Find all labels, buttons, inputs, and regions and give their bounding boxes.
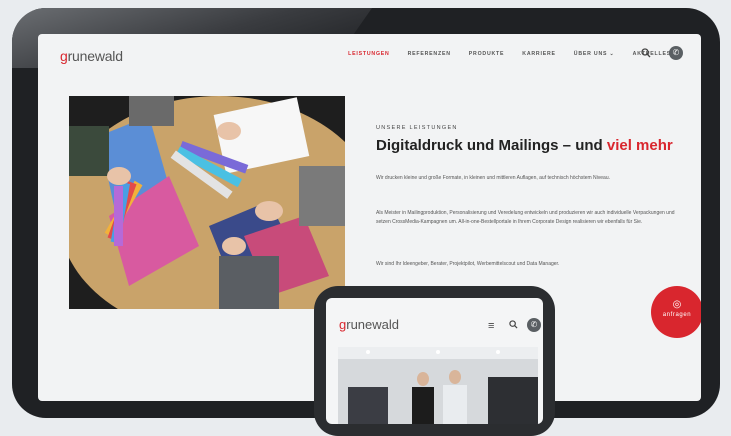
inquiry-button[interactable]: ◎ anfragen bbox=[651, 286, 701, 338]
main-nav: LEISTUNGEN REFERENZEN PRODUKTE KARRIERE … bbox=[348, 51, 671, 57]
mobile-site-logo[interactable]: grunewald bbox=[339, 317, 399, 332]
inquiry-button-label: anfragen bbox=[662, 312, 692, 318]
site-logo[interactable]: grunewald bbox=[60, 48, 123, 64]
nav-item-aktuelles[interactable]: AKTUELLES bbox=[633, 51, 671, 57]
intro-paragraph-2: Als Meister in Mailingproduktion, Person… bbox=[376, 210, 675, 225]
hero-photo bbox=[69, 96, 345, 309]
mobile-hero-photo bbox=[338, 347, 538, 424]
nav-item-produkte[interactable]: PRODUKTE bbox=[469, 51, 505, 57]
nav-item-referenzen[interactable]: REFERENZEN bbox=[408, 51, 451, 57]
nav-item-ueber-uns[interactable]: ÜBER UNS ⌄ bbox=[574, 51, 615, 57]
menu-icon[interactable]: ≡ bbox=[488, 320, 494, 332]
phone-icon[interactable]: ✆ bbox=[669, 46, 683, 60]
nav-item-leistungen[interactable]: LEISTUNGEN bbox=[348, 51, 389, 57]
phone-device: grunewald ≡ ✆ bbox=[314, 286, 555, 436]
chat-icon: ◎ bbox=[672, 299, 682, 310]
search-icon[interactable] bbox=[641, 48, 651, 58]
nav-item-karriere[interactable]: KARRIERE bbox=[522, 51, 556, 57]
section-eyebrow: UNSERE LEISTUNGEN bbox=[376, 125, 458, 131]
page-headline: Digitaldruck und Mailings – und viel meh… bbox=[376, 137, 673, 154]
intro-paragraph-1: Wir drucken kleine und große Formate, in… bbox=[376, 175, 611, 181]
intro-paragraph-3: Wir sind Ihr Ideengeber, Berater, Projek… bbox=[376, 261, 560, 267]
phone-screen: grunewald ≡ ✆ bbox=[326, 298, 543, 424]
mobile-phone-icon[interactable]: ✆ bbox=[527, 318, 541, 332]
mobile-search-icon[interactable] bbox=[509, 320, 518, 331]
